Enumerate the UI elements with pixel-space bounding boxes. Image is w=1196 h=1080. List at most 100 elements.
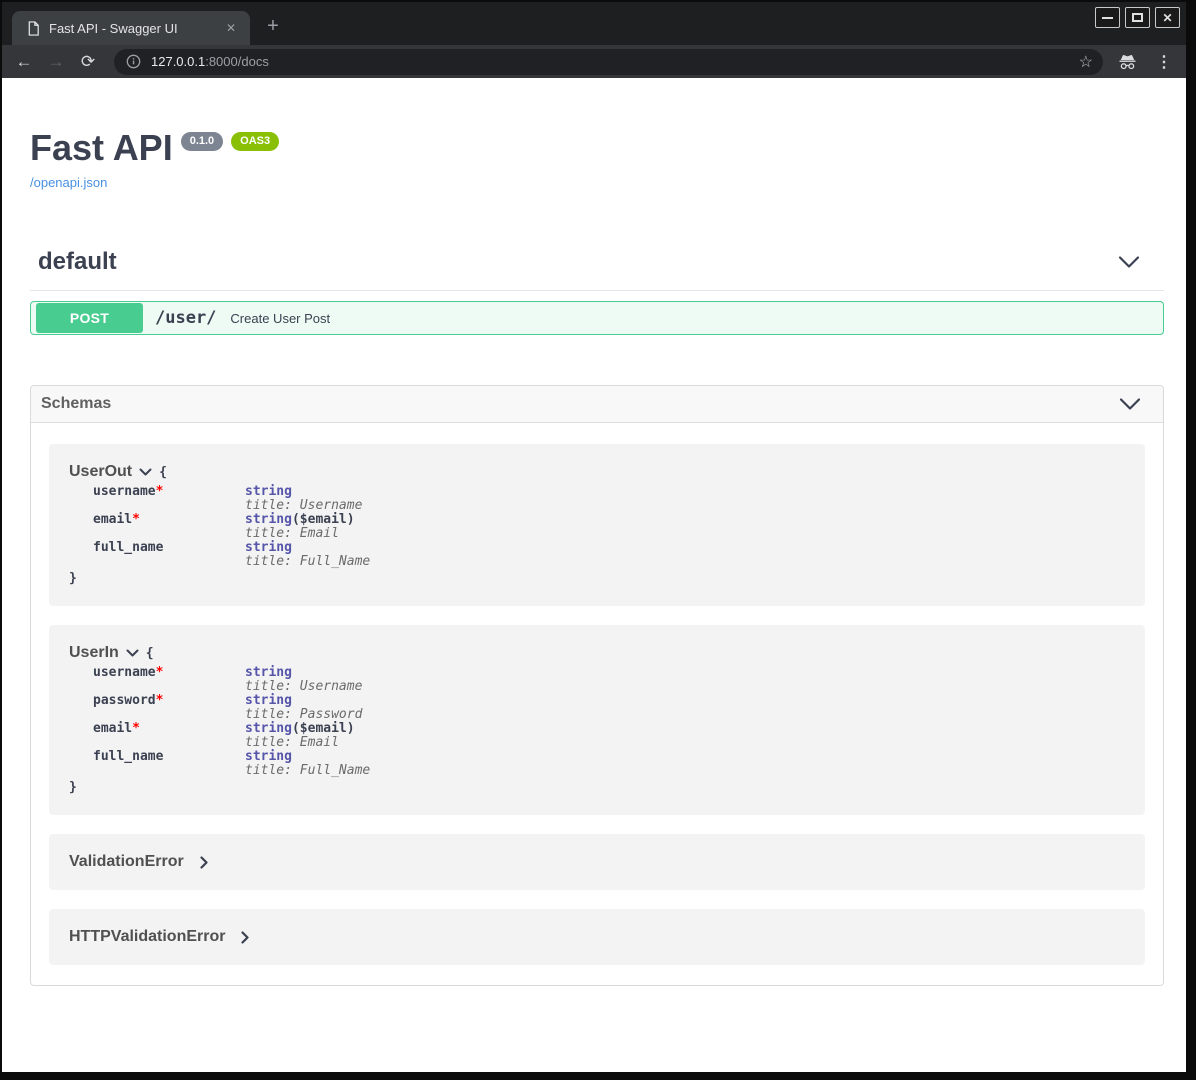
close-icon: ✕ xyxy=(1162,12,1172,24)
model-userin-toggle[interactable]: UserIn { xyxy=(69,644,1125,662)
property-detail: stringtitle: Username xyxy=(245,485,362,513)
prop-name-text: password xyxy=(93,693,156,708)
schemas-body: UserOut { username* stringtitle: Usernam… xyxy=(31,423,1163,985)
required-star: * xyxy=(132,512,140,527)
schemas-title: Schemas xyxy=(41,395,111,413)
tab-title: Fast API - Swagger UI xyxy=(49,21,222,36)
operation-path: /user/ xyxy=(155,308,216,328)
browser-window: Fast API - Swagger UI ✕ + ✕ ← → ⟳ 127.0.… xyxy=(2,2,1186,1072)
prop-title: title: Password xyxy=(245,708,362,722)
window-titlebar: Fast API - Swagger UI ✕ + ✕ xyxy=(2,2,1186,45)
tab-close-icon[interactable]: ✕ xyxy=(222,19,240,37)
model-httpvalidationerror[interactable]: HTTPValidationError xyxy=(49,909,1145,965)
property-detail: string($email)title: Email xyxy=(245,513,355,541)
required-star: * xyxy=(156,484,164,499)
swagger-page: Fast API 0.1.0 OAS3 /openapi.json defaul… xyxy=(2,78,1186,1072)
tag-header-default[interactable]: default xyxy=(30,248,1164,291)
chevron-down-icon[interactable] xyxy=(1118,255,1140,269)
prop-type: string xyxy=(245,665,292,680)
open-brace: { xyxy=(146,646,154,661)
window-controls: ✕ xyxy=(1095,7,1180,28)
page-favicon-icon xyxy=(26,21,41,36)
model-userout: UserOut { username* stringtitle: Usernam… xyxy=(49,444,1145,606)
new-tab-button[interactable]: + xyxy=(260,14,286,40)
chevron-right-icon[interactable] xyxy=(200,856,209,869)
schemas-header[interactable]: Schemas xyxy=(31,386,1163,423)
model-name: HTTPValidationError xyxy=(69,928,225,946)
oas3-badge: OAS3 xyxy=(231,132,279,151)
model-userin: UserIn { username* stringtitle: Username xyxy=(49,625,1145,815)
incognito-icon xyxy=(1117,52,1138,71)
prop-title: title: Email xyxy=(245,527,355,541)
prop-type: string xyxy=(245,512,292,527)
close-brace: } xyxy=(69,780,77,795)
prop-name-text: full_name xyxy=(93,540,163,555)
property-name: email* xyxy=(93,722,245,750)
prop-name-text: username xyxy=(93,665,156,680)
back-button[interactable]: ← xyxy=(10,48,38,76)
model-validationerror[interactable]: ValidationError xyxy=(49,834,1145,890)
prop-name-text: username xyxy=(93,484,156,499)
model-properties: username* stringtitle: Username email* s… xyxy=(93,485,1125,569)
openapi-spec-link[interactable]: /openapi.json xyxy=(30,175,107,190)
desktop-background: Fast API - Swagger UI ✕ + ✕ ← → ⟳ 127.0.… xyxy=(0,0,1196,1080)
required-star: * xyxy=(132,721,140,736)
address-bar[interactable]: 127.0.0.1:8000/docs ☆ xyxy=(114,49,1103,75)
property-detail: string($email)title: Email xyxy=(245,722,355,750)
forward-button[interactable]: → xyxy=(42,48,70,76)
prop-title: title: Full_Name xyxy=(245,764,370,778)
property-name: email* xyxy=(93,513,245,541)
prop-title: title: Username xyxy=(245,499,362,513)
window-maximize-button[interactable] xyxy=(1125,7,1150,28)
property-row: full_name stringtitle: Full_Name xyxy=(93,750,1125,778)
property-row: full_name stringtitle: Full_Name xyxy=(93,541,1125,569)
prop-name-text: full_name xyxy=(93,749,163,764)
window-close-button[interactable]: ✕ xyxy=(1155,7,1180,28)
reload-button[interactable]: ⟳ xyxy=(74,48,102,76)
prop-format: ($email) xyxy=(292,512,355,527)
url-path: :8000/docs xyxy=(205,54,269,69)
prop-type: string xyxy=(245,693,292,708)
chevron-down-icon[interactable] xyxy=(1119,397,1141,411)
property-name: full_name xyxy=(93,750,245,778)
version-badge: 0.1.0 xyxy=(181,132,223,151)
property-row: password* stringtitle: Password xyxy=(93,694,1125,722)
api-info: Fast API 0.1.0 OAS3 xyxy=(30,130,1164,166)
property-row: username* stringtitle: Username xyxy=(93,485,1125,513)
chevron-down-icon[interactable] xyxy=(126,649,139,658)
site-info-icon[interactable] xyxy=(126,54,141,69)
operation-summary: Create User Post xyxy=(230,311,330,326)
schemas-section: Schemas UserOut xyxy=(30,385,1164,986)
prop-type: string xyxy=(245,721,292,736)
tag-name: default xyxy=(38,248,117,276)
model-properties: username* stringtitle: Username password… xyxy=(93,666,1125,778)
close-brace: } xyxy=(69,571,77,586)
prop-title: title: Username xyxy=(245,680,362,694)
prop-name-text: email xyxy=(93,721,132,736)
model-userout-toggle[interactable]: UserOut { xyxy=(69,463,1125,481)
property-name: username* xyxy=(93,485,245,513)
chevron-right-icon[interactable] xyxy=(241,931,250,944)
open-brace: { xyxy=(159,465,167,480)
property-detail: stringtitle: Full_Name xyxy=(245,541,370,569)
required-star: * xyxy=(156,665,164,680)
required-star: * xyxy=(156,693,164,708)
http-method-badge: POST xyxy=(36,303,143,333)
prop-type: string xyxy=(245,749,292,764)
prop-type: string xyxy=(245,484,292,499)
property-detail: stringtitle: Full_Name xyxy=(245,750,370,778)
prop-title: title: Full_Name xyxy=(245,555,370,569)
property-row: email* string($email)title: Email xyxy=(93,722,1125,750)
model-name: UserIn xyxy=(69,644,119,662)
chevron-down-icon[interactable] xyxy=(139,468,152,477)
opblock-post-user[interactable]: POST /user/ Create User Post xyxy=(30,301,1164,335)
bookmark-star-icon[interactable]: ☆ xyxy=(1079,52,1093,72)
browser-toolbar: ← → ⟳ 127.0.0.1:8000/docs ☆ ⋮ xyxy=(2,45,1186,78)
prop-format: ($email) xyxy=(292,721,355,736)
browser-tab[interactable]: Fast API - Swagger UI ✕ xyxy=(12,11,250,45)
property-row: email* string($email)title: Email xyxy=(93,513,1125,541)
browser-menu-icon[interactable]: ⋮ xyxy=(1152,52,1176,72)
prop-type: string xyxy=(245,540,292,555)
page-title: Fast API xyxy=(30,130,173,166)
window-minimize-button[interactable] xyxy=(1095,7,1120,28)
